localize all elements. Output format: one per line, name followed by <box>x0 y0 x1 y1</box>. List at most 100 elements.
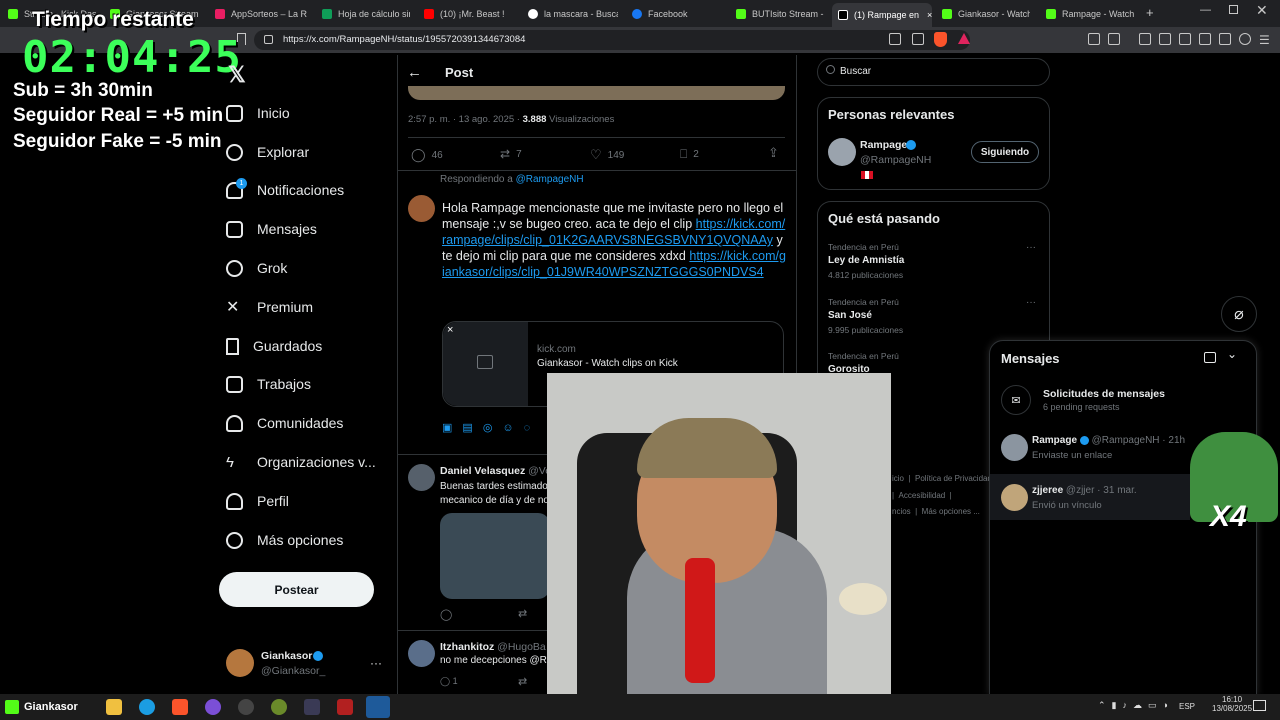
gif-icon[interactable]: ▤ <box>462 422 482 434</box>
brave-rewards-icon[interactable] <box>958 33 970 44</box>
thread-avatar <box>1001 434 1028 461</box>
tab-youtube[interactable]: (10) ¡Mr. Beast ! <box>424 4 514 24</box>
brave-shields-icon[interactable] <box>934 32 947 47</box>
app-icon[interactable] <box>271 699 287 715</box>
cast-icon[interactable] <box>889 33 901 45</box>
grok-compose-icon[interactable]: ◎ <box>483 422 503 434</box>
relevant-person-name[interactable]: Rampage <box>860 139 907 151</box>
bookmark-count-button[interactable]: ⎕ 2 <box>680 147 699 162</box>
nav-organizations[interactable]: ϟ Organizaciones v... <box>226 447 376 477</box>
tab-google-search[interactable]: la mascara - Buscar <box>528 4 618 24</box>
account-avatar[interactable] <box>226 649 254 677</box>
collapse-chevron-icon[interactable]: ⌄ <box>1227 347 1237 361</box>
tab-butisito[interactable]: BUTIsito Stream - W <box>736 4 824 24</box>
tab-rampage-x[interactable]: (1) Rampage en × <box>832 3 932 27</box>
emoji-icon[interactable]: ☺ <box>502 422 523 434</box>
share-icon[interactable] <box>912 33 924 45</box>
post-button[interactable]: Postear <box>219 572 374 607</box>
language-indicator[interactable]: ESP <box>1179 702 1195 711</box>
trend-name[interactable]: Ley de Amnistía <box>828 255 904 266</box>
new-tab-button[interactable]: + <box>1146 5 1154 20</box>
back-arrow-icon[interactable]: ← <box>407 64 422 81</box>
repost-icon[interactable]: ⇄ <box>518 607 527 620</box>
remove-card-icon[interactable]: × <box>447 324 453 336</box>
obs-icon[interactable] <box>205 699 221 715</box>
reply-media[interactable] <box>440 513 550 599</box>
grok-fab-icon[interactable]: ⌀ <box>1221 296 1257 332</box>
app-icon[interactable] <box>238 699 254 715</box>
nav-explore[interactable]: Explorar <box>226 137 309 167</box>
minimize-icon[interactable]: — <box>1200 4 1211 16</box>
tab-search-icon[interactable] <box>1108 33 1120 45</box>
trend-more-icon[interactable]: ··· <box>1026 297 1036 308</box>
google-icon <box>528 9 538 19</box>
nav-premium[interactable]: ✕ Premium <box>226 292 313 322</box>
nav-messages[interactable]: Mensajes <box>226 214 317 244</box>
trend-name[interactable]: San José <box>828 310 872 321</box>
webcam-overlay <box>547 373 891 704</box>
close-window-icon[interactable]: ✕ <box>1256 2 1268 19</box>
reply-count-button[interactable]: ◯ 46 <box>411 147 443 163</box>
new-message-icon[interactable] <box>1204 352 1216 363</box>
messages-title: Mensajes <box>1001 351 1060 366</box>
app-icon[interactable] <box>337 699 353 715</box>
post-media[interactable] <box>408 86 785 100</box>
edge-icon[interactable] <box>139 699 155 715</box>
tab-rampage-watch[interactable]: Rampage - Watch c <box>1046 4 1134 24</box>
like-count-button[interactable]: ♡ 149 <box>590 147 624 163</box>
notifications-tray-icon[interactable] <box>1253 700 1266 711</box>
nav-jobs[interactable]: Trabajos <box>226 369 311 399</box>
reply-draft-text[interactable]: Hola Rampage mencionaste que me invitast… <box>442 200 786 280</box>
reply-to-handle[interactable]: @RampageNH <box>516 174 584 185</box>
wallet-icon[interactable] <box>1199 33 1211 45</box>
reply-icon[interactable]: ◯ <box>440 608 452 621</box>
vpn-icon[interactable] <box>1239 33 1251 45</box>
nav-bookmarks[interactable]: Guardados <box>226 331 322 361</box>
url-field[interactable]: https://x.com/RampageNH/status/195572039… <box>254 30 970 50</box>
site-info-icon[interactable] <box>264 35 273 44</box>
clock[interactable]: 16:10 13/08/2025 <box>1212 695 1252 713</box>
maximize-icon[interactable] <box>1229 5 1238 14</box>
tab-giankasor-watch[interactable]: Giankasor - Watch c <box>942 4 1030 24</box>
home-icon <box>226 104 243 122</box>
download-icon[interactable] <box>1139 33 1151 45</box>
relevant-person-avatar[interactable] <box>828 138 856 166</box>
nav-home[interactable]: Inicio <box>226 98 290 128</box>
grok-icon <box>226 259 243 277</box>
extensions-icon[interactable] <box>1088 33 1100 45</box>
tab-spreadsheet[interactable]: Hoja de cálculo sin <box>322 4 410 24</box>
close-tab-icon[interactable]: × <box>927 10 932 20</box>
reply-count[interactable]: ◯ 1 <box>440 676 458 687</box>
system-tray-icons[interactable]: ⌃▮♪☁▭◑ <box>1098 700 1174 711</box>
sidebar-toggle-icon[interactable] <box>1179 33 1191 45</box>
reply-avatar[interactable] <box>408 640 435 667</box>
brave-icon[interactable] <box>172 699 188 715</box>
share-post-icon[interactable]: ⇪ <box>768 145 779 161</box>
tab-appsorteos[interactable]: AppSorteos – La Ru <box>215 4 307 24</box>
nav-communities[interactable]: Comunidades <box>226 408 343 438</box>
x-logo-icon[interactable]: 𝕏 <box>228 62 246 88</box>
following-button[interactable]: Siguiendo <box>971 141 1039 163</box>
steam-icon[interactable] <box>366 696 390 718</box>
repost-count-button[interactable]: ⇄ 7 <box>500 147 522 161</box>
media-icon[interactable] <box>1159 33 1171 45</box>
account-menu-icon[interactable]: ··· <box>370 656 382 670</box>
tab-facebook[interactable]: Facebook <box>632 4 720 24</box>
main-left-border <box>397 55 398 695</box>
verified-badge-icon <box>906 140 916 150</box>
timer-title: Tiempo restante <box>32 8 194 31</box>
location-icon[interactable]: ◌ <box>524 422 541 434</box>
app-icon[interactable] <box>304 699 320 715</box>
repost-icon[interactable]: ⇄ <box>518 675 527 688</box>
requests-title[interactable]: Solicitudes de mensajes <box>1043 388 1165 400</box>
nav-more-options[interactable]: Más opciones <box>226 525 343 555</box>
image-icon[interactable]: ▣ <box>442 422 462 434</box>
sticker-multiplier: X4 <box>1210 500 1247 533</box>
trend-more-icon[interactable]: ··· <box>1026 242 1036 253</box>
nav-grok[interactable]: Grok <box>226 253 287 283</box>
nav-profile[interactable]: Perfil <box>226 486 289 516</box>
leo-ai-icon[interactable] <box>1219 33 1231 45</box>
menu-icon[interactable]: ☰ <box>1259 33 1270 47</box>
file-explorer-icon[interactable] <box>106 699 122 715</box>
reply-avatar[interactable] <box>408 464 435 491</box>
